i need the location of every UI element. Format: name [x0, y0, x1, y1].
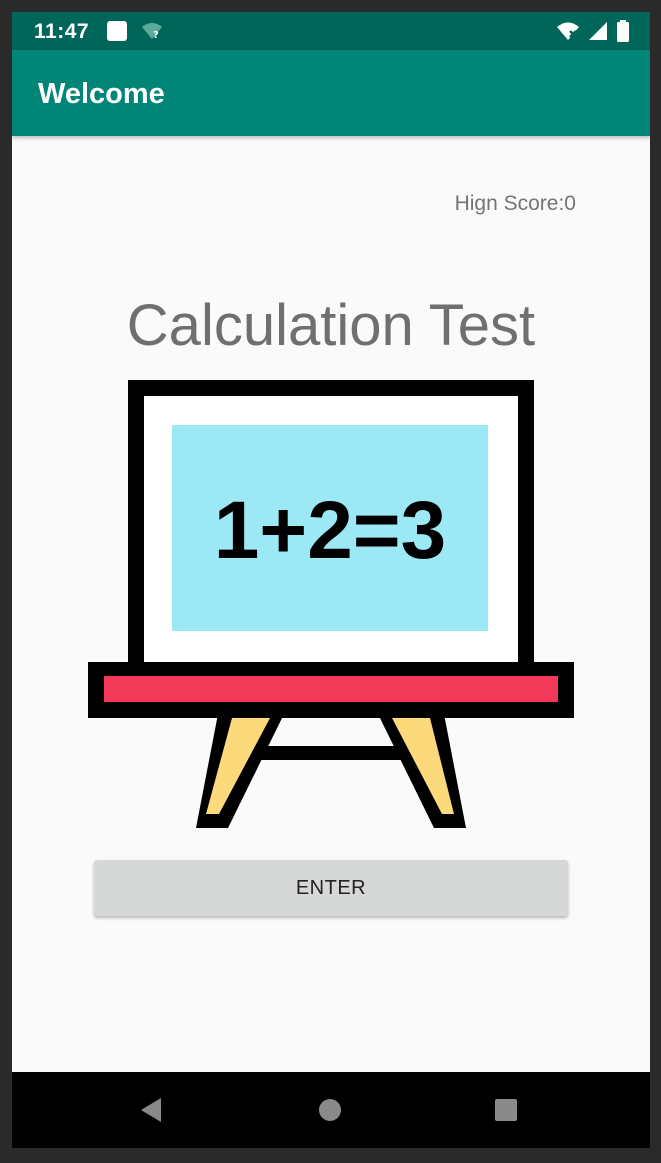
nav-bar [12, 1072, 650, 1148]
app-bar: Welcome [12, 50, 650, 136]
easel-legs [196, 714, 466, 828]
home-button[interactable] [314, 1094, 346, 1126]
back-button[interactable] [136, 1094, 168, 1126]
status-right-icons [556, 20, 630, 47]
recents-button[interactable] [490, 1094, 522, 1126]
recents-icon [495, 1099, 517, 1121]
status-bar: 11:47 ? [12, 12, 650, 50]
notification-square-icon [106, 20, 128, 47]
back-icon [141, 1098, 161, 1122]
screen: 11:47 ? Welcome Hign Score:0 Calculation… [12, 12, 650, 1148]
cell-signal-icon [588, 21, 608, 46]
status-time: 11:47 [34, 20, 90, 43]
status-left-icons: ? [106, 20, 164, 47]
board-equation: 1+2=3 [214, 485, 447, 576]
device-frame: 11:47 ? Welcome Hign Score:0 Calculation… [0, 0, 661, 1163]
page-title: Calculation Test [126, 293, 536, 358]
wifi-unknown-icon: ? [140, 21, 164, 46]
wifi-off-icon [556, 21, 580, 46]
high-score-label: Hign Score:0 [454, 192, 576, 215]
enter-button[interactable]: ENTER [94, 860, 568, 916]
svg-text:?: ? [153, 30, 159, 41]
battery-icon [616, 20, 630, 47]
chalkboard-illustration: 1+2=3 [88, 378, 574, 830]
app-title: Welcome [38, 78, 165, 110]
home-icon [319, 1099, 341, 1121]
